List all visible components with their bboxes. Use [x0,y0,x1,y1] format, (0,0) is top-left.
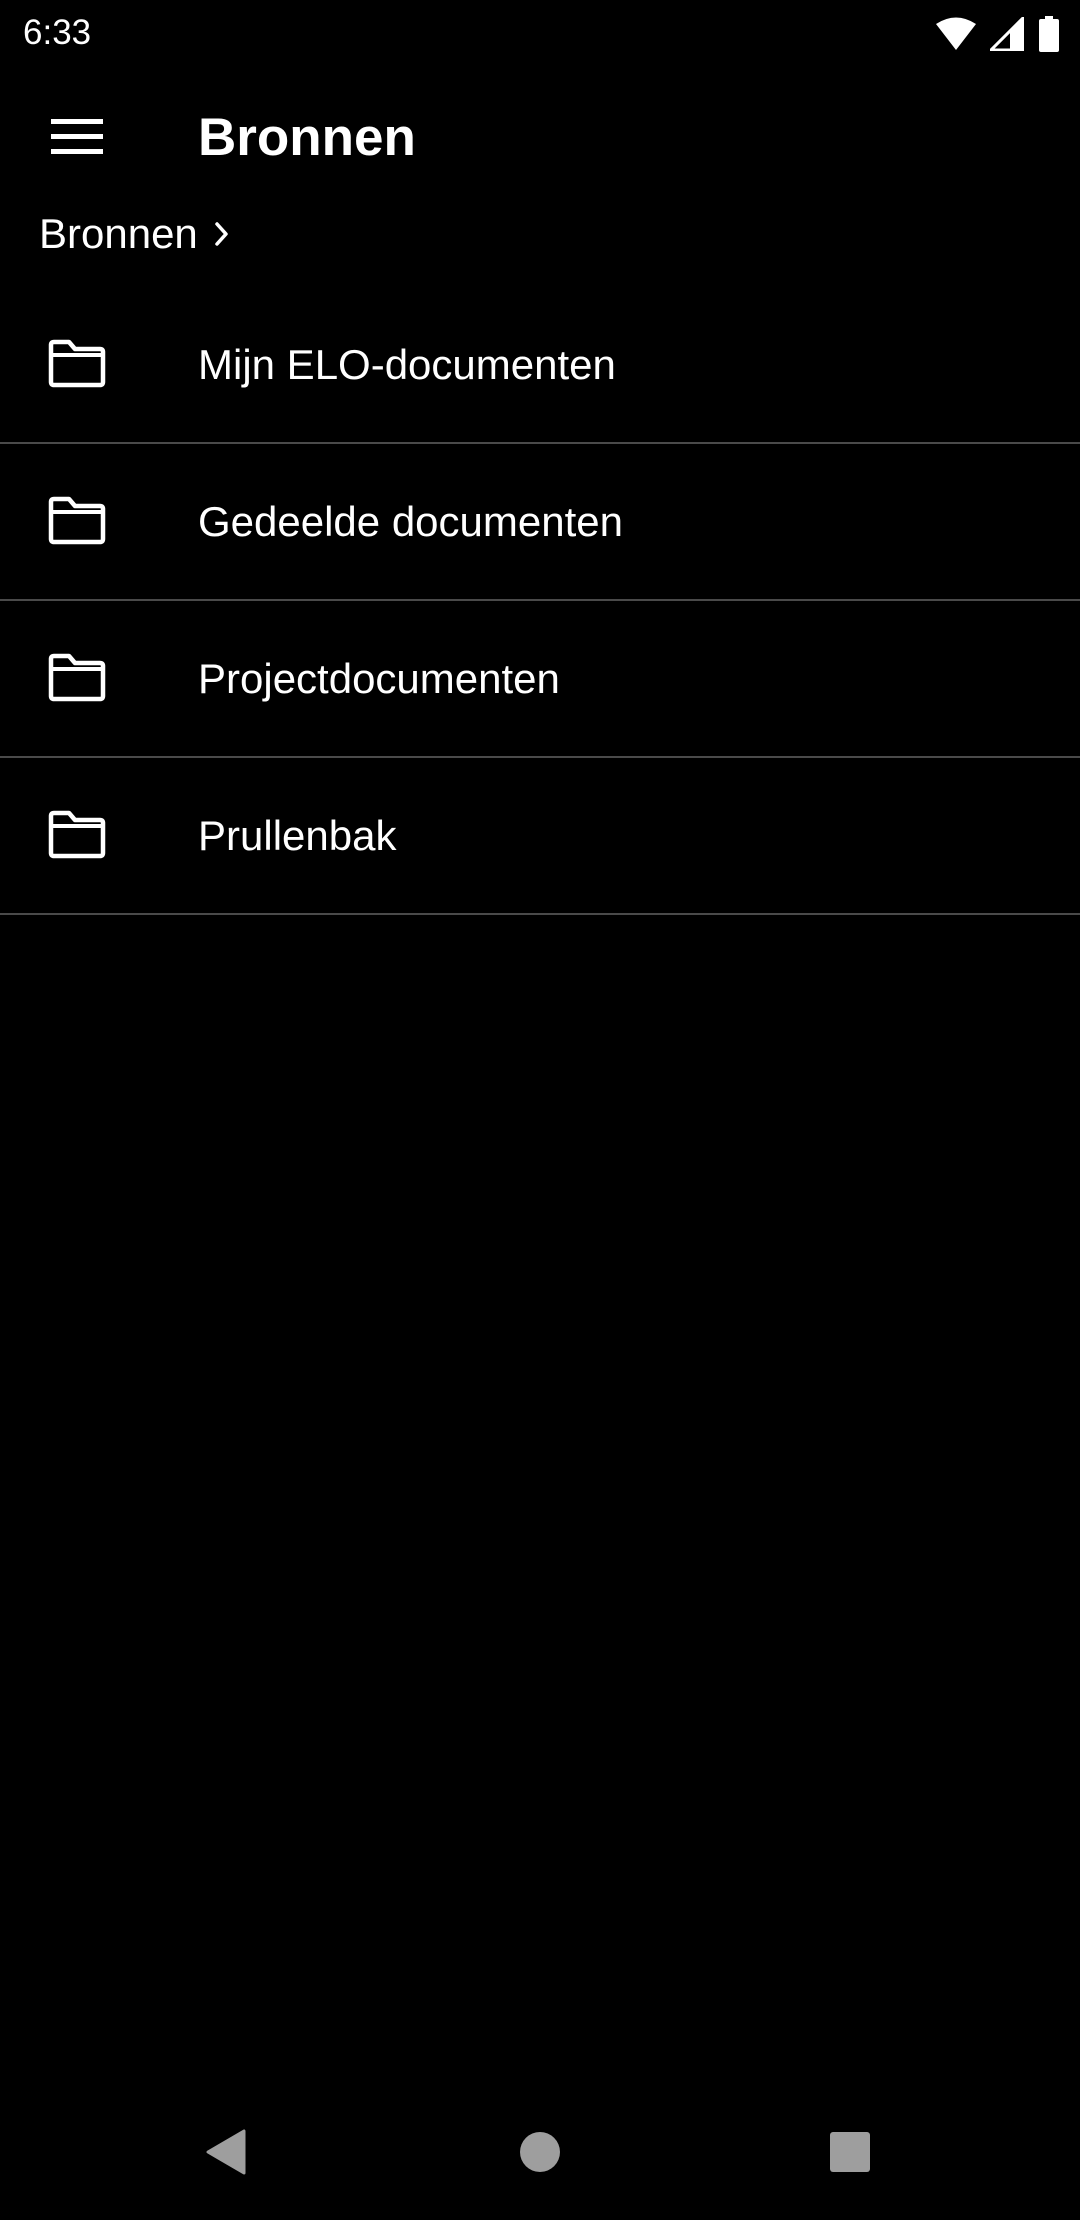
navigation-bar [0,2088,1080,2220]
hamburger-menu-icon [51,118,103,160]
menu-button[interactable] [37,104,117,174]
folder-icon [47,653,107,703]
home-button[interactable] [490,2108,590,2200]
page-title: Bronnen [198,108,416,167]
battery-icon [1038,16,1060,52]
recents-button[interactable] [800,2108,900,2200]
folder-icon [47,496,107,546]
breadcrumb-item-bronnen[interactable]: Bronnen [39,206,198,262]
folder-item-projectdocumenten[interactable]: Projectdocumenten [0,601,1080,758]
folder-label: Prullenbak [198,812,397,859]
folder-label: Mijn ELO-documenten [198,341,616,388]
status-time: 6:33 [23,13,92,52]
folder-item-mijn-elo-documenten[interactable]: Mijn ELO-documenten [0,287,1080,444]
cell-signal-icon [990,17,1024,51]
breadcrumb: Bronnen [39,206,232,262]
folder-item-prullenbak[interactable]: Prullenbak [0,758,1080,915]
folder-label: Gedeelde documenten [198,498,623,545]
app-bar: Bronnen [0,66,1080,212]
back-icon [204,2128,248,2181]
folder-icon [47,810,107,860]
home-icon [519,2131,561,2178]
chevron-right-icon [212,220,232,248]
wifi-icon [936,17,976,51]
folder-item-gedeelde-documenten[interactable]: Gedeelde documenten [0,444,1080,601]
folder-icon [47,339,107,389]
folder-list: Mijn ELO-documenten Gedeelde documenten … [0,287,1080,915]
folder-label: Projectdocumenten [198,655,560,702]
back-button[interactable] [176,2108,276,2200]
status-bar: 6:33 [0,0,1080,66]
recents-icon [829,2131,871,2178]
status-icons [936,14,1060,54]
